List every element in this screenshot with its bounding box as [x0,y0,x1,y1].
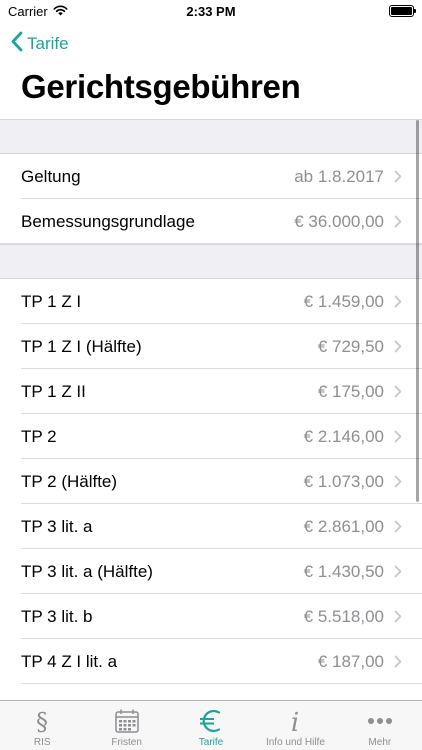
chevron-right-icon [394,295,402,308]
chevron-right-icon [394,475,402,488]
paragraph-icon: § [29,706,55,736]
page-title: Gerichtsgebühren [21,68,301,105]
tab-bar: § RIS Fristen Tarife i Info und Hilfe Me… [0,700,422,750]
list-item[interactable]: TP 1 Z II € 175,00 [0,369,422,414]
tariff-list[interactable]: Geltung ab 1.8.2017 Bemessungsgrundlage … [0,119,422,700]
tab-label: Fristen [111,737,142,748]
list-item[interactable]: TP 2 € 2.146,00 [0,414,422,459]
row-label: TP 3 lit. b [21,606,93,626]
row-value: € 729,50 [317,336,384,356]
list-item[interactable]: Bemessungsgrundlage € 36.000,00 [0,199,422,244]
chevron-right-icon [394,170,402,183]
tab-label: Info und Hilfe [265,737,325,748]
row-label: TP 4 Z I lit. a [21,651,118,671]
list-item[interactable]: Geltung ab 1.8.2017 [0,154,422,199]
row-label: TP 3 lit. a (Hälfte) [21,561,153,581]
row-value: € 175,00 [317,381,384,401]
status-bar: Carrier 2:33 PM [0,0,422,22]
chevron-right-icon [394,655,402,668]
list-item[interactable]: TP 3 lit. a € 2.861,00 [0,504,422,549]
list-item[interactable]: TP 3 lit. a (Hälfte) € 1.430,50 [0,549,422,594]
chevron-right-icon [394,385,402,398]
info-icon: i [285,706,305,736]
list-item[interactable]: TP 1 Z I (Hälfte) € 729,50 [0,324,422,369]
chevron-right-icon [394,430,402,443]
back-button[interactable]: Tarife [10,31,69,57]
more-icon [366,706,394,736]
row-value: € 187,00 [317,651,384,671]
row-label: TP 2 (Hälfte) [21,471,118,491]
row-label: TP 2 [21,426,57,446]
chevron-right-icon [394,520,402,533]
chevron-right-icon [394,610,402,623]
tab-fristen[interactable]: Fristen [84,701,168,750]
calendar-icon [114,706,140,736]
chevron-right-icon [394,340,402,353]
row-label: TP 1 Z I [21,291,82,311]
row-value: € 2.861,00 [303,516,384,536]
row-label: TP 1 Z II [21,381,86,401]
euro-icon [197,706,225,736]
row-value: € 5.518,00 [303,606,384,626]
scroll-indicator[interactable] [416,120,419,502]
list-item[interactable]: TP 4 Z I lit. a € 187,00 [0,639,422,684]
status-time: 2:33 PM [186,3,236,19]
list-item[interactable]: TP 3 lit. b € 5.518,00 [0,594,422,639]
row-value: € 1.073,00 [303,471,384,491]
back-button-label: Tarife [27,34,69,53]
tab-ris[interactable]: § RIS [0,701,84,750]
row-label: TP 3 lit. a [21,516,93,536]
row-value: ab 1.8.2017 [294,166,384,186]
list-item[interactable]: TP 1 Z I € 1.459,00 [0,279,422,324]
navigation-bar: Tarife [0,22,422,66]
row-label: Geltung [21,166,81,186]
chevron-right-icon [394,565,402,578]
svg-text:§: § [36,708,48,735]
row-value: € 1.430,50 [303,561,384,581]
row-value: € 1.459,00 [303,291,384,311]
tab-label: Tarife [198,737,224,748]
list-item[interactable]: TP 2 (Hälfte) € 1.073,00 [0,459,422,504]
tab-label: Mehr [368,737,392,748]
chevron-left-icon [10,31,23,57]
row-value: € 36.000,00 [294,211,384,231]
wifi-icon [53,4,68,19]
section-header [0,119,422,154]
battery-icon [389,5,416,17]
tab-mehr[interactable]: Mehr [338,701,422,750]
chevron-right-icon [394,215,402,228]
tab-tarife[interactable]: Tarife [169,701,253,750]
svg-text:i: i [291,708,299,735]
row-label: TP 1 Z I (Hälfte) [21,336,142,356]
section-header [0,244,422,279]
row-label: Bemessungsgrundlage [21,211,195,231]
carrier-label: Carrier [8,3,48,19]
tab-label: RIS [33,737,51,748]
row-value: € 2.146,00 [303,426,384,446]
tab-info-und-hilfe[interactable]: i Info und Hilfe [253,701,337,750]
